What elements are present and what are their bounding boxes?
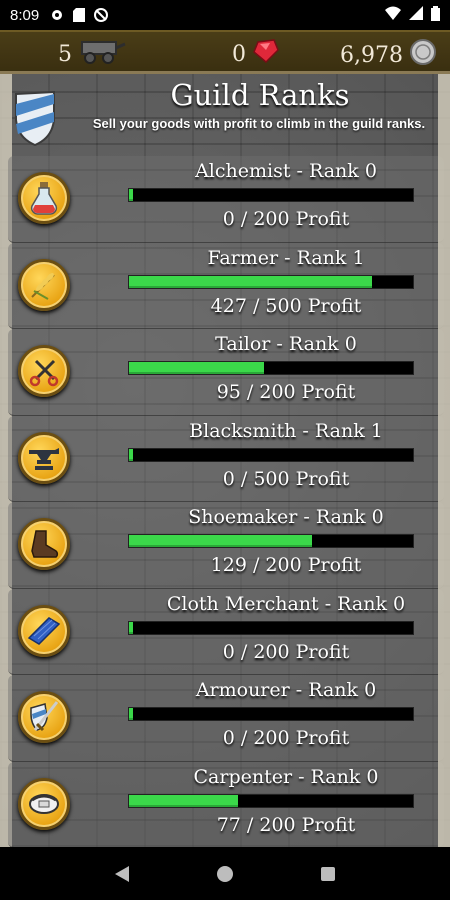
rank-label: Armourer - Rank 0 — [195, 679, 377, 701]
rank-list: Alchemist - Rank 0 0 / 200 Profit Farmer -… — [0, 156, 450, 847]
rank-progress-fill — [129, 621, 133, 634]
rank-label: Cloth Merchant - Rank 0 — [166, 592, 406, 615]
rank-label: Tailor - Rank 0 — [215, 333, 357, 355]
scissors-icon — [18, 345, 70, 397]
wheat-icon — [18, 258, 70, 311]
signal-icon — [409, 6, 423, 24]
header: Guild Ranks Sell your goods with profit … — [0, 74, 450, 156]
rank-profit-text: 0 / 200 Profit — [222, 727, 350, 749]
rank-progress-bar — [128, 188, 414, 202]
silver-value: 6,978 — [340, 42, 403, 68]
rank-label: Farmer - Rank 1 — [207, 246, 365, 269]
rank-row[interactable]: Alchemist - Rank 0 0 / 200 Profit — [8, 156, 444, 243]
silver-counter[interactable]: 6,978 — [340, 38, 437, 72]
rank-row[interactable]: Tailor - Rank 0 95 / 200 Profit — [8, 329, 444, 416]
rank-row[interactable]: Blacksmith - Rank 1 0 / 500 Profit — [8, 415, 444, 502]
anvil-icon — [18, 431, 70, 484]
rank-row[interactable]: Farmer - Rank 1 427 / 500 Profit — [8, 242, 444, 329]
rank-label: Alchemist - Rank 0 — [195, 160, 377, 182]
status-time: 8:09 — [10, 6, 40, 24]
rank-profit-text: 95 / 200 Profit — [216, 381, 356, 403]
wifi-icon — [385, 6, 401, 24]
potion-icon — [18, 172, 70, 224]
gear-icon — [49, 7, 65, 23]
no-sync-icon — [93, 7, 109, 23]
rank-progress-bar — [128, 793, 414, 808]
boot-icon — [18, 518, 70, 570]
shield-icon — [14, 90, 56, 147]
cart-icon — [78, 38, 126, 70]
cloth-icon — [18, 604, 70, 657]
rank-progress-bar — [128, 274, 414, 289]
rank-row[interactable]: Shoemaker - Rank 0 129 / 200 Profit — [8, 502, 444, 589]
navigation-bar — [0, 847, 450, 900]
sd-card-icon — [71, 7, 87, 23]
rank-profit-text: 77 / 200 Profit — [216, 813, 356, 836]
rank-profit-text: 427 / 500 Profit — [210, 294, 362, 317]
rank-progress-fill — [129, 448, 133, 461]
rank-progress-fill — [129, 189, 133, 201]
rank-progress-fill — [129, 362, 264, 374]
rank-progress-bar — [128, 361, 414, 375]
rank-profit-text: 0 / 200 Profit — [222, 208, 350, 230]
silver-coin-icon — [409, 38, 437, 72]
rank-row[interactable]: Armourer - Rank 0 0 / 200 Profit — [8, 675, 444, 762]
back-icon[interactable] — [112, 864, 132, 884]
rank-row[interactable]: Cloth Merchant - Rank 0 0 / 200 Profit — [8, 588, 444, 675]
carts-counter[interactable]: 5 — [58, 38, 126, 70]
rank-row[interactable]: Carpenter - Rank 0 77 / 200 Profit — [8, 761, 444, 847]
rank-progress-bar — [128, 707, 414, 721]
status-bar: 8:09 — [0, 0, 450, 30]
rank-progress-fill — [129, 794, 239, 807]
saw-icon — [18, 777, 70, 830]
sword-shield-icon — [18, 691, 70, 743]
rank-label: Carpenter - Rank 0 — [193, 765, 379, 788]
recents-icon[interactable] — [318, 864, 338, 884]
rank-profit-text: 0 / 500 Profit — [222, 467, 350, 490]
rank-progress-fill — [129, 708, 133, 720]
rank-progress-bar — [128, 447, 414, 462]
page-title: Guild Ranks — [170, 78, 350, 112]
rank-label: Shoemaker - Rank 0 — [188, 506, 384, 528]
rank-progress-fill — [129, 275, 372, 288]
rank-profit-text: 0 / 200 Profit — [222, 640, 350, 663]
rank-label: Blacksmith - Rank 1 — [189, 419, 383, 442]
rank-progress-bar — [128, 620, 414, 635]
carts-value: 5 — [58, 41, 72, 67]
battery-icon — [431, 5, 440, 25]
resource-bar: 5 0 6,978 — [0, 30, 450, 74]
gems-counter[interactable]: 0 — [232, 38, 280, 70]
rank-progress-bar — [128, 534, 414, 548]
home-icon[interactable] — [215, 864, 235, 884]
gems-value: 0 — [232, 41, 246, 67]
page-subtitle: Sell your goods with profit to climb in … — [92, 116, 426, 131]
rank-progress-fill — [129, 535, 313, 547]
guild-ranks-panel: Guild Ranks Sell your goods with profit … — [0, 74, 450, 847]
rank-profit-text: 129 / 200 Profit — [210, 554, 362, 576]
ruby-icon — [252, 38, 280, 70]
